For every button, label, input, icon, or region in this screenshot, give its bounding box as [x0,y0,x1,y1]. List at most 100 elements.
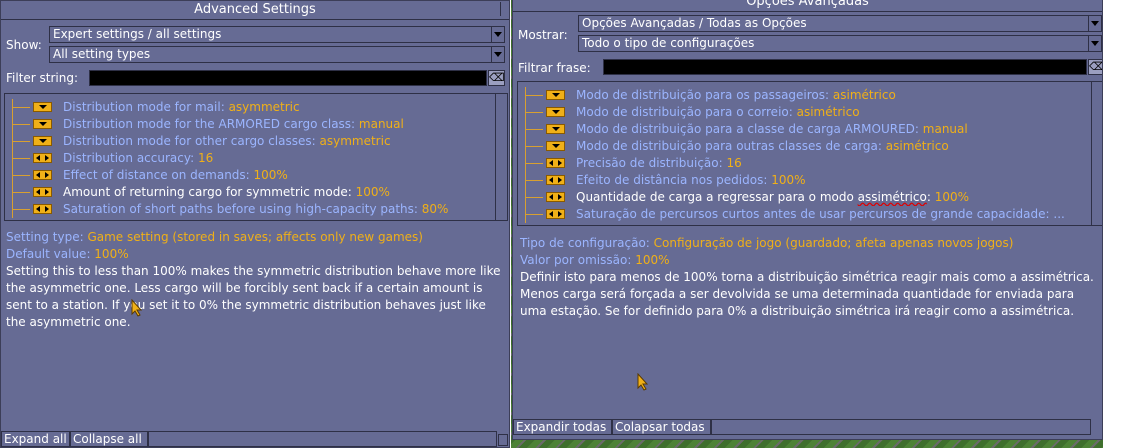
dropdown-toggle-icon[interactable] [33,136,52,146]
collapse-all-button[interactable]: Collapse all [70,431,148,447]
setting-type-value: Game setting (stored in saves; affects o… [87,230,423,244]
item-value: asimétrico [796,105,860,119]
stepper-arrows-icon[interactable] [33,204,52,214]
expand-all-button[interactable]: Expand all [1,431,70,447]
item-value: 16 [726,156,742,170]
default-value-line: Default value: 100% [6,246,501,263]
list-item[interactable]: Effect of distance on demands: 100% [5,167,495,184]
dropdown-toggle-icon[interactable] [546,141,565,151]
resize-handle[interactable] [498,434,508,446]
list-item[interactable]: Saturação de percursos curtos antes de u… [518,206,1091,223]
item-text: Distribution accuracy: 16 [63,150,213,167]
window-title-text: Advanced Settings [194,2,316,17]
sticky-button[interactable] [500,2,507,16]
chevron-down-icon[interactable] [1088,16,1101,31]
setting-type-dropdown[interactable]: All setting types [49,46,505,63]
stepper-arrows-icon[interactable] [546,192,565,202]
backspace-icon: ⌫ [1089,60,1102,73]
dropdown-toggle-icon[interactable] [33,119,52,129]
setting-type-label: Setting type: [6,230,88,244]
chevron-down-icon[interactable] [491,47,504,62]
list-item[interactable]: Modo de distribuição para a classe de ca… [518,121,1091,138]
default-value-label: Default value: [6,247,95,261]
item-label: Amount of returning cargo for symmetric … [63,185,356,199]
list-item[interactable]: Modo de distribuição para os passageiros… [518,87,1091,104]
item-value: 100% [771,173,806,187]
tree-branch [525,146,543,147]
stepper-arrows-icon[interactable] [33,187,52,197]
list-item[interactable]: Precisão de distribuição: 16 [518,155,1091,172]
list-item[interactable]: Modo de distribuição para outras classes… [518,138,1091,155]
list-item[interactable]: Efeito de distância nos pedidos: 100% [518,172,1091,189]
list-scrollbar[interactable] [1091,82,1102,225]
chevron-down-icon[interactable] [491,27,504,42]
tree-branch [12,158,30,159]
list-scrollbar[interactable] [495,94,507,220]
expand-all-button[interactable]: Expandir todas [513,419,612,435]
default-value-label: Valor por omissão: [520,253,636,267]
setting-description-panel: Setting type: Game setting (stored in sa… [6,229,501,331]
item-label: Modo de distribuição para outras classes… [576,139,886,153]
default-value-line: Valor por omissão: 100% [520,252,1100,269]
item-value: asimétrico [832,88,896,102]
stepper-arrows-icon[interactable] [546,209,565,219]
tree-branch [525,197,543,198]
window-title[interactable]: Opções Avançadas [513,0,1102,12]
default-value: 100% [635,253,670,267]
settings-list: Distribution mode for mail: asymmetric D… [4,93,508,221]
filter-input[interactable] [603,59,1087,75]
item-value: asymmetric [228,100,300,114]
tree-branch [525,163,543,164]
tree-branch [12,141,30,142]
list-item[interactable]: Modo de distribuição para o correio: asi… [518,104,1091,121]
list-item[interactable]: Distribution mode for other cargo classe… [5,133,495,150]
stepper-arrows-icon[interactable] [546,158,565,168]
item-label: Distribution mode for mail: [63,100,229,114]
list-item[interactable]: Distribution mode for mail: asymmetric [5,99,495,116]
dropdown-toggle-icon[interactable] [546,90,565,100]
setting-type-value: Configuração de jogo (guardado; afeta ap… [653,236,1014,250]
item-text: Precisão de distribuição: 16 [576,155,742,172]
item-value: 100% [934,190,969,204]
item-text: Quantidade de carga a regressar para o m… [576,189,969,206]
stepper-arrows-icon[interactable] [33,153,52,163]
tree-branch [12,124,30,125]
item-value: manual [922,122,968,136]
setting-type-dropdown[interactable]: Todo o tipo de configurações [578,35,1102,52]
list-item[interactable]: Distribution mode for the ARMORED cargo … [5,116,495,133]
default-value: 100% [94,247,129,261]
settings-level-value: Expert settings / all settings [53,27,222,41]
filter-input[interactable] [89,70,487,86]
item-text: Saturação de percursos curtos antes de u… [576,206,1065,223]
window-title[interactable]: Advanced Settings [1,1,509,20]
tree-branch [12,192,30,193]
item-label: Distribution mode for the ARMORED cargo … [63,117,359,131]
item-label: Distribution mode for other cargo classe… [63,134,320,148]
list-item[interactable]: Saturation of short paths before using h… [5,201,495,218]
item-text: Amount of returning cargo for symmetric … [63,184,390,201]
collapse-all-button[interactable]: Colapsar todas [612,419,711,435]
clear-filter-button[interactable]: ⌫ [1088,59,1102,75]
item-text: Distribution mode for mail: asymmetric [63,99,300,116]
settings-level-value: Opções Avançadas / Todas as Opções [582,16,807,30]
tree-branch [525,129,543,130]
item-label-spellcheck: assimétrico [857,190,927,204]
clear-filter-button[interactable]: ⌫ [488,70,505,86]
item-label: Quantidade de carga a regressar para o m… [576,190,858,204]
stepper-arrows-icon[interactable] [546,175,565,185]
settings-level-dropdown[interactable]: Expert settings / all settings [49,26,505,43]
dropdown-toggle-icon[interactable] [546,124,565,134]
item-label: Modo de distribuição para a classe de ca… [576,122,923,136]
list-item-selected[interactable]: Quantidade de carga a regressar para o m… [518,189,1091,206]
dropdown-toggle-icon[interactable] [546,107,565,117]
item-value: 100% [355,185,390,199]
chevron-down-icon[interactable] [1088,36,1101,51]
list-item[interactable]: Distribution accuracy: 16 [5,150,495,167]
settings-level-dropdown[interactable]: Opções Avançadas / Todas as Opções [578,15,1102,32]
list-item-selected[interactable]: Amount of returning cargo for symmetric … [5,184,495,201]
dropdown-toggle-icon[interactable] [33,102,52,112]
item-label: Modo de distribuição para o correio: [576,105,797,119]
stepper-arrows-icon[interactable] [33,170,52,180]
setting-type-label: Tipo de configuração: [520,236,654,250]
setting-type-filter-value: All setting types [53,47,151,61]
